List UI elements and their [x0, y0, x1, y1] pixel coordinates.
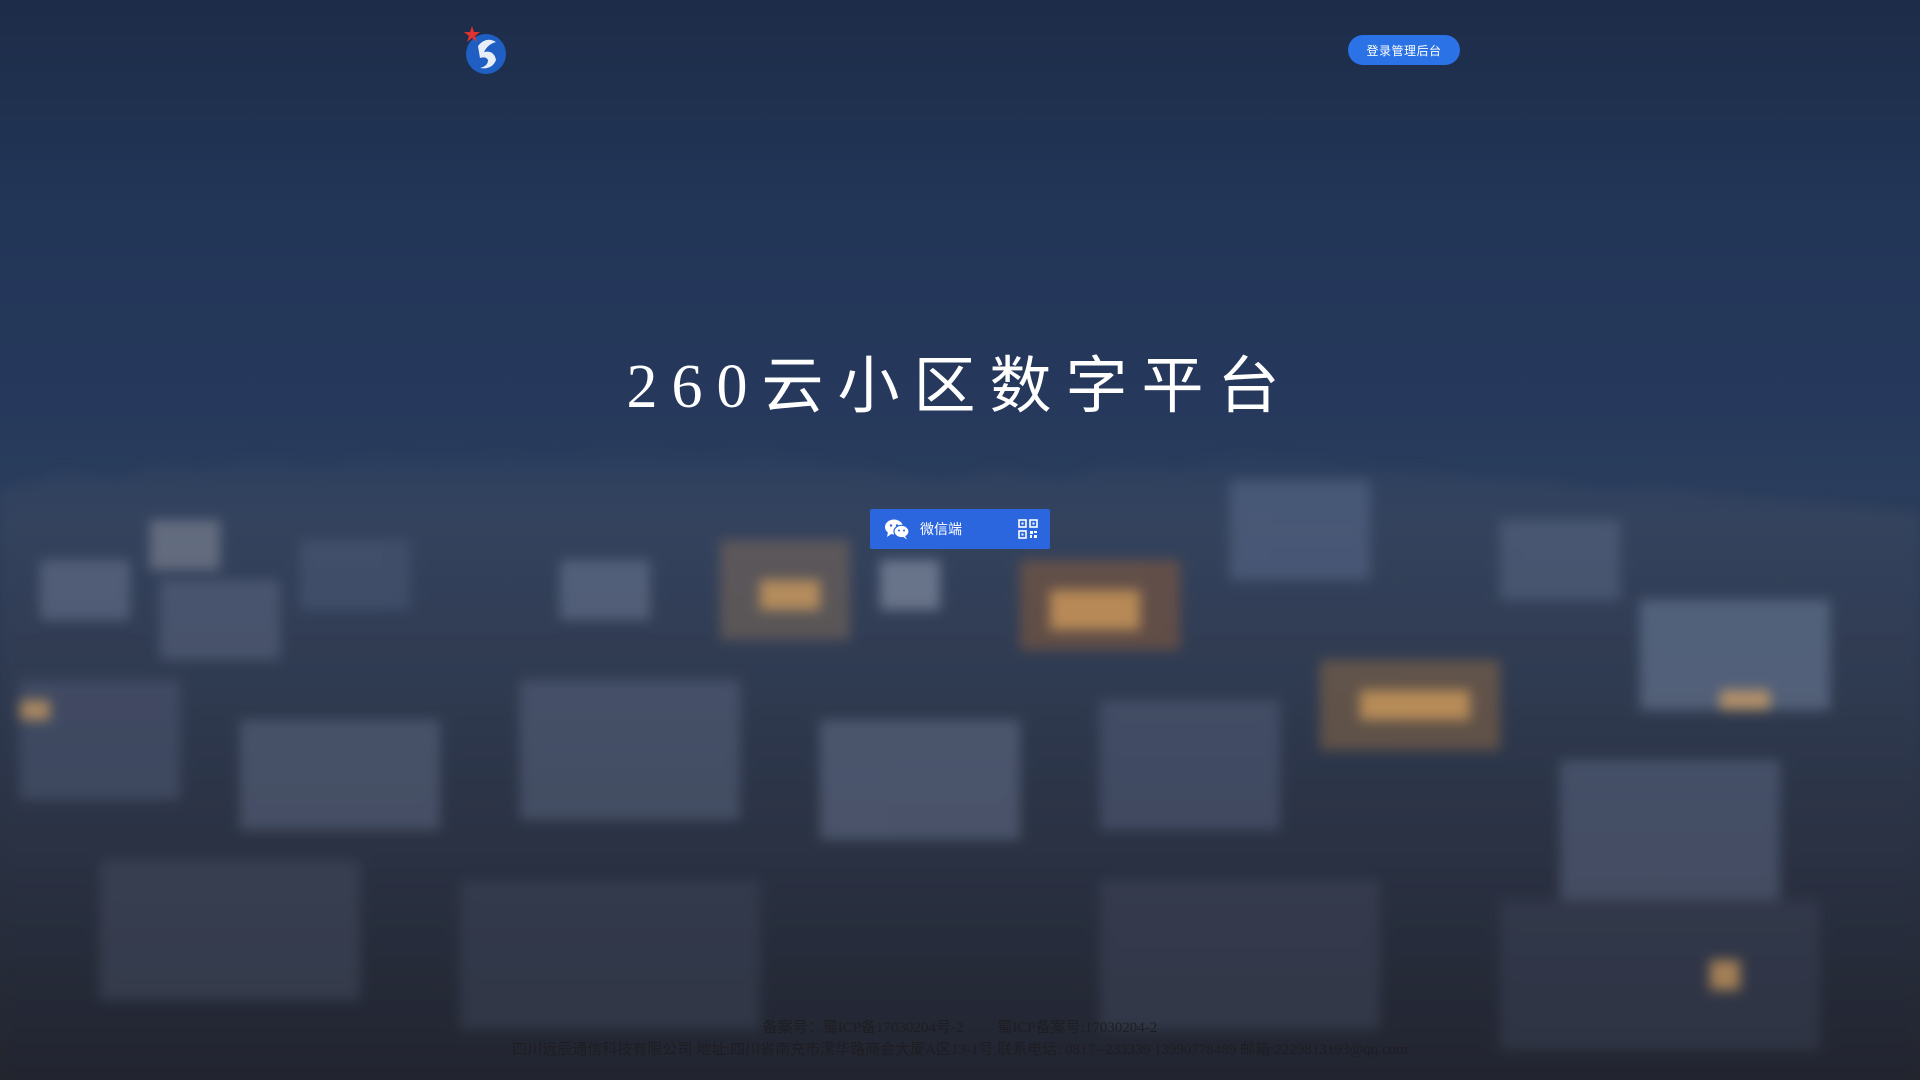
wechat-button[interactable]: 微信端	[870, 509, 1050, 549]
wechat-icon	[885, 519, 910, 540]
qr-code-icon[interactable]	[1018, 519, 1038, 539]
footer-record-row: 备案号：蜀ICP备17030204号-2 蜀ICP备案号:17030204-2	[0, 1017, 1920, 1039]
icp-record-alt[interactable]: 蜀ICP备案号:17030204-2	[997, 1020, 1157, 1036]
company-logo-icon[interactable]	[458, 22, 514, 78]
footer: 备案号：蜀ICP备17030204号-2 蜀ICP备案号:17030204-2 …	[0, 1017, 1920, 1061]
landing-page: 登录管理后台 260云小区数字平台 微信端 备案号：蜀ICP备17030204号…	[0, 0, 1920, 1080]
wechat-label: 微信端	[920, 522, 962, 538]
company-info: 四川远辰通信科技有限公司 地址:四川省南充市潆华路商会大厦A区13-1号 联系电…	[512, 1042, 1408, 1058]
page-title: 260云小区数字平台	[626, 353, 1294, 421]
login-admin-button[interactable]: 登录管理后台	[1348, 35, 1460, 65]
icp-record[interactable]: 备案号：蜀ICP备17030204号-2	[763, 1020, 964, 1036]
